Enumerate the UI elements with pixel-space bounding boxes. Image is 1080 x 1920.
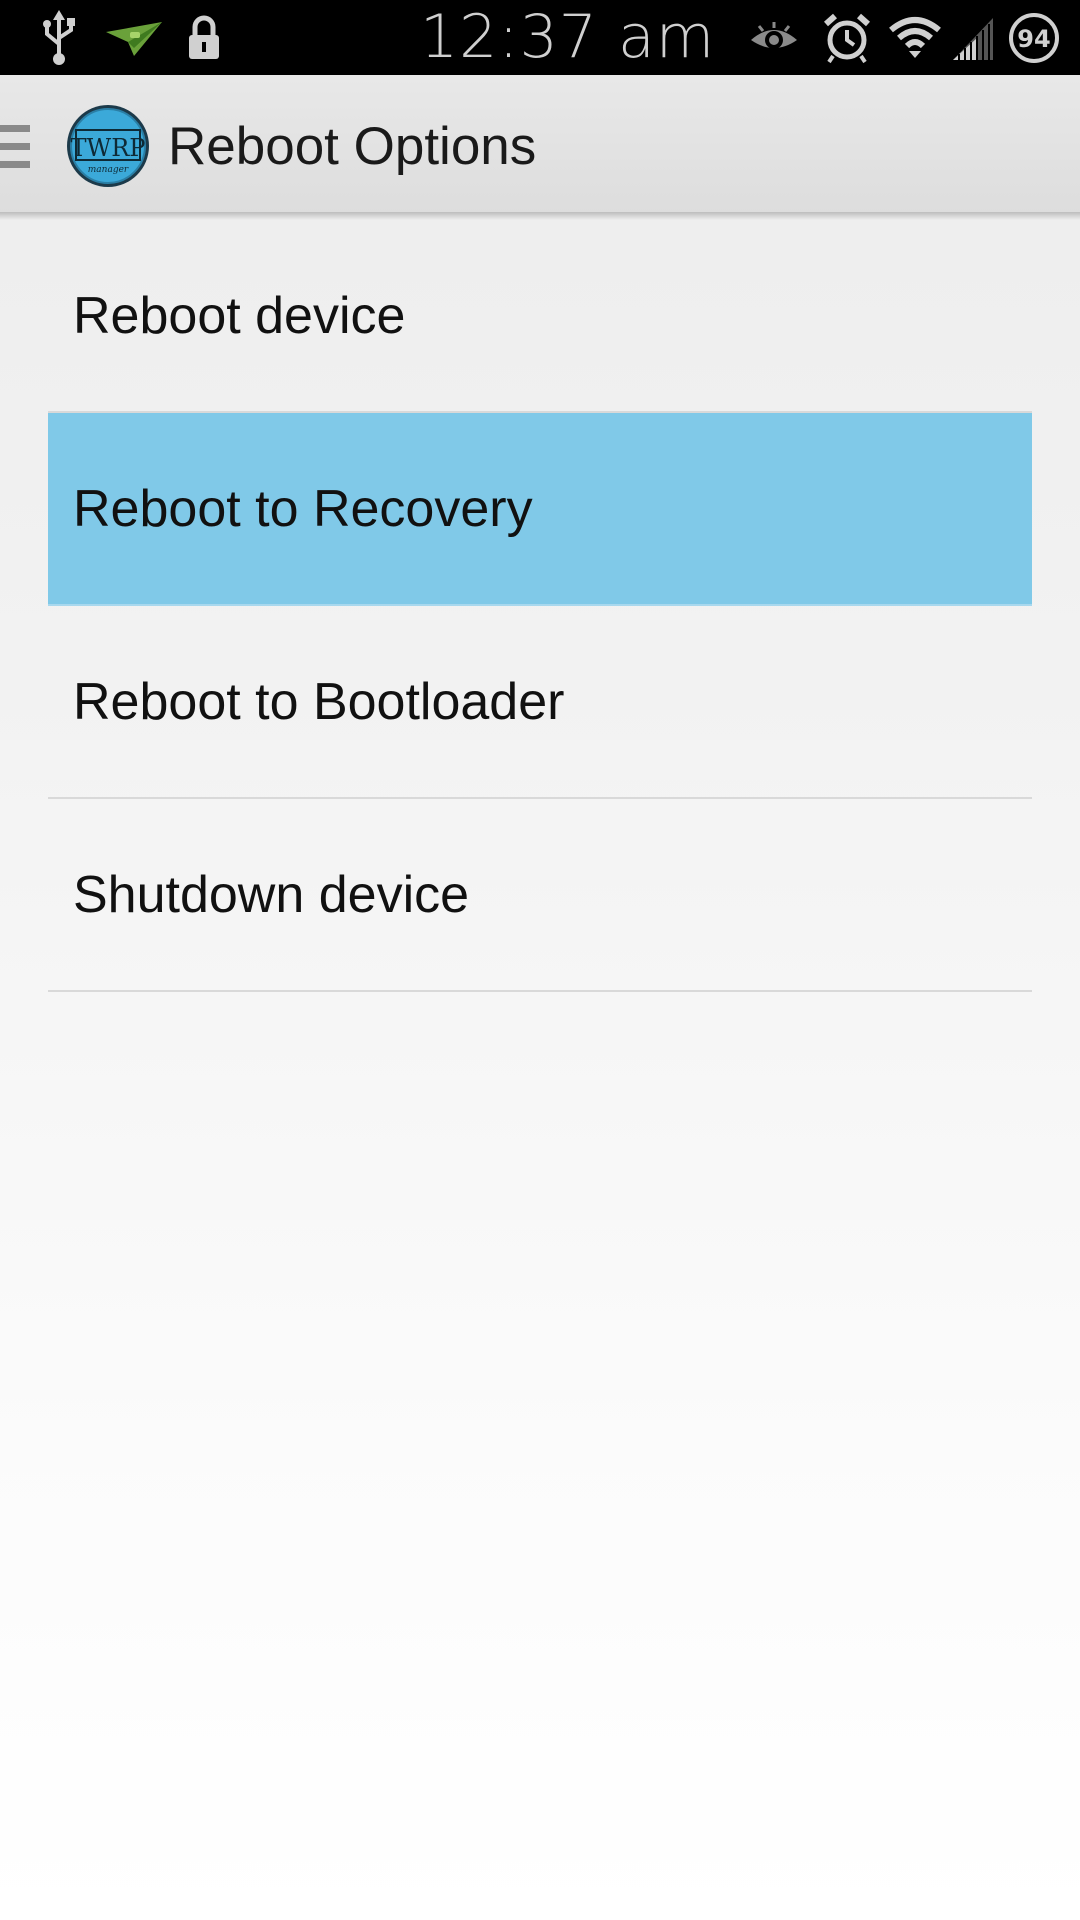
app-logo[interactable]: TWRP manager [66,104,150,188]
action-bar [0,75,1080,215]
option-label: Shutdown device [73,865,470,924]
logo-text: TWRP [71,134,146,162]
battery-icon: 94 [1006,0,1062,75]
action-bar-divider [0,212,1080,220]
airdroid-icon [104,0,164,75]
wifi-icon [888,0,942,75]
alarm-icon [822,0,872,75]
signal-icon [950,0,996,75]
option-label: Reboot device [73,286,406,345]
page-title: Reboot Options [168,117,537,176]
status-time: 12:37 am [420,2,716,72]
option-label: Reboot to Recovery [73,479,533,538]
eye-icon [748,0,800,75]
option-reboot-bootloader[interactable]: Reboot to Bootloader [48,606,1032,799]
option-label: Reboot to Bootloader [73,672,565,731]
option-reboot-recovery[interactable]: Reboot to Recovery [48,413,1032,606]
option-shutdown-device[interactable]: Shutdown device [48,799,1032,992]
option-reboot-device[interactable]: Reboot device [48,220,1032,413]
status-bar: 12:37 am 94 [0,0,1080,75]
drawer-menu-icon[interactable] [0,125,30,169]
logo-subtext: manager [88,165,129,175]
battery-level-text: 94 [1017,25,1050,53]
reboot-options-list: Reboot device Reboot to Recovery Reboot … [48,220,1032,992]
lock-icon [184,0,224,75]
usb-icon [34,0,84,75]
